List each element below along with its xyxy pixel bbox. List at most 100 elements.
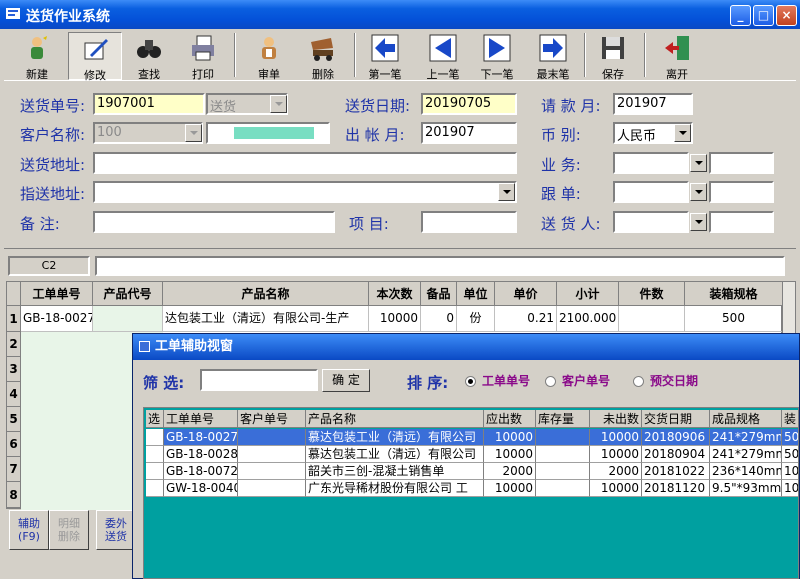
grid-cell[interactable]: 10000 [369, 306, 421, 332]
col-header-pieces[interactable]: 件数 [619, 282, 685, 306]
customer-dropdown[interactable] [185, 124, 202, 142]
row-header[interactable]: 2 [7, 332, 21, 357]
divider [4, 248, 796, 249]
col-header-stock[interactable]: 库存量 [536, 410, 590, 428]
minimize-button[interactable]: _ [730, 5, 751, 26]
follow-name-input[interactable] [709, 181, 774, 203]
grid-cell[interactable]: 0 [421, 306, 457, 332]
title-bar[interactable]: 送货作业系统 _ □ × [0, 0, 800, 29]
delivery-type-dropdown[interactable] [270, 95, 287, 113]
outsource-delivery-button[interactable]: 委外 送货 [96, 510, 136, 550]
deliverer-dropdown[interactable] [690, 213, 707, 231]
delivery-date-input[interactable]: 20190705 [421, 93, 517, 115]
delivery-no-input[interactable]: 1907001 [93, 93, 205, 115]
toolbar-separator [644, 33, 646, 77]
col-header-product-name[interactable]: 产品名称 [306, 410, 484, 428]
col-header-packing[interactable]: 装箱规格 [685, 282, 783, 306]
binoculars-icon [137, 40, 161, 58]
work-order-row[interactable]: GB-18-0028 慕达包装工业（清远）有限公司 10000 10000 20… [144, 446, 798, 463]
col-header-qty[interactable]: 本次数 [369, 282, 421, 306]
follow-label: 跟 单: [541, 185, 581, 203]
row-header[interactable]: 5 [7, 407, 21, 432]
grid-cell[interactable]: 500 [685, 306, 783, 332]
popup-title-bar[interactable]: 工单辅助视窗 [133, 334, 799, 360]
detail-delete-button[interactable]: 明细 删除 [49, 510, 89, 550]
delete-button[interactable]: 删除 [296, 32, 350, 81]
col-header-price[interactable]: 单价 [495, 282, 557, 306]
filter-input[interactable] [200, 369, 318, 391]
audit-button[interactable]: 审单 [242, 32, 296, 81]
col-header-delivery-date[interactable]: 交货日期 [642, 410, 710, 428]
grid-cell[interactable]: 达包装工业（清远）有限公司-生产 [163, 306, 369, 332]
deliverer-input[interactable] [613, 211, 689, 233]
col-header-spare[interactable]: 备品 [421, 282, 457, 306]
row-header[interactable]: 4 [7, 382, 21, 407]
grid-cell[interactable] [619, 306, 685, 332]
assist-f9-button[interactable]: 辅助 (F9) [9, 510, 49, 550]
col-header-packing[interactable]: 装 [782, 410, 798, 428]
assigned-address-select[interactable] [93, 181, 517, 203]
follow-input[interactable] [613, 181, 689, 203]
edit-button[interactable]: 修改 [68, 32, 122, 82]
work-order-helper-window[interactable]: 工单辅助视窗 筛 选: 确 定 排 序: 工单单号 客户单号 预交日期 选 工单… [132, 333, 800, 579]
grid-cell[interactable]: GB-18-0027 [21, 306, 93, 332]
work-order-list[interactable]: 选 工单单号 客户单号 产品名称 应出数 库存量 未出数 交货日期 成品规格 装… [143, 407, 799, 579]
col-header-unit[interactable]: 单位 [457, 282, 495, 306]
sort-work-order-radio[interactable] [465, 376, 476, 387]
delivery-address-input[interactable] [93, 152, 517, 174]
row-header[interactable]: 7 [7, 457, 21, 482]
exit-button[interactable]: 离开 [650, 32, 704, 81]
cell-edit-input[interactable] [95, 256, 785, 276]
grid-cell[interactable] [93, 306, 163, 332]
col-header-customer-order[interactable]: 客户单号 [238, 410, 306, 428]
col-header-work-order[interactable]: 工单单号 [164, 410, 238, 428]
grid-cell[interactable]: 0.21 [495, 306, 557, 332]
billing-month-input[interactable]: 201907 [613, 93, 693, 115]
follow-dropdown[interactable] [690, 183, 707, 201]
audit-hand-icon [262, 37, 276, 59]
deliverer-name-input[interactable] [709, 211, 774, 233]
row-header[interactable]: 3 [7, 357, 21, 382]
row-header[interactable]: 1 [7, 306, 21, 332]
maximize-button[interactable]: □ [753, 5, 774, 26]
find-button[interactable]: 查找 [122, 32, 176, 81]
assigned-address-dropdown[interactable] [498, 183, 515, 201]
confirm-button[interactable]: 确 定 [322, 369, 370, 392]
sales-name-input[interactable] [709, 152, 774, 174]
first-record-button[interactable]: 第一笔 [358, 32, 412, 81]
close-button[interactable]: × [776, 5, 797, 26]
col-header-product-name[interactable]: 产品名称 [163, 282, 369, 306]
row-header[interactable]: 8 [7, 482, 21, 508]
work-order-row[interactable]: GB-18-0072 韶关市三创-混凝土销售单 2000 2000 201810… [144, 463, 798, 480]
sort-due-date-radio[interactable] [633, 376, 644, 387]
save-button[interactable]: 保存 [586, 32, 640, 81]
sales-input[interactable] [613, 152, 689, 174]
sales-dropdown[interactable] [690, 154, 707, 172]
remark-input[interactable] [93, 211, 335, 233]
col-header-work-order[interactable]: 工单单号 [21, 282, 93, 306]
row-header[interactable]: 6 [7, 432, 21, 457]
col-header-spec[interactable]: 成品规格 [710, 410, 782, 428]
invoice-month-input[interactable]: 201907 [421, 122, 517, 144]
delivery-address-label: 送货地址: [20, 156, 86, 174]
project-input[interactable] [421, 211, 517, 233]
col-header-select[interactable]: 选 [146, 410, 164, 428]
new-button[interactable]: 新建 [10, 32, 64, 81]
sort-work-order-label[interactable]: 工单单号 [482, 372, 530, 389]
last-record-button[interactable]: 最末笔 [526, 32, 580, 81]
col-header-subtotal[interactable]: 小计 [557, 282, 619, 306]
print-button[interactable]: 打印 [176, 32, 230, 81]
col-header-due-qty[interactable]: 应出数 [484, 410, 536, 428]
sort-due-date-label[interactable]: 预交日期 [650, 372, 698, 389]
work-order-row[interactable]: GB-18-0027 慕达包装工业（清远）有限公司 10000 10000 20… [144, 429, 798, 446]
col-header-product-code[interactable]: 产品代号 [93, 282, 163, 306]
currency-dropdown[interactable] [674, 124, 691, 142]
grid-cell[interactable]: 2100.000 [557, 306, 619, 332]
sort-customer-order-radio[interactable] [545, 376, 556, 387]
work-order-row[interactable]: GW-18-0040 广东光导稀材股份有限公司 工 10000 10000 20… [144, 480, 798, 497]
sort-customer-order-label[interactable]: 客户单号 [562, 372, 610, 389]
next-record-button[interactable]: 下一笔 [470, 32, 524, 81]
grid-cell[interactable]: 份 [457, 306, 495, 332]
col-header-outstanding[interactable]: 未出数 [590, 410, 642, 428]
prev-record-button[interactable]: 上一笔 [416, 32, 470, 81]
